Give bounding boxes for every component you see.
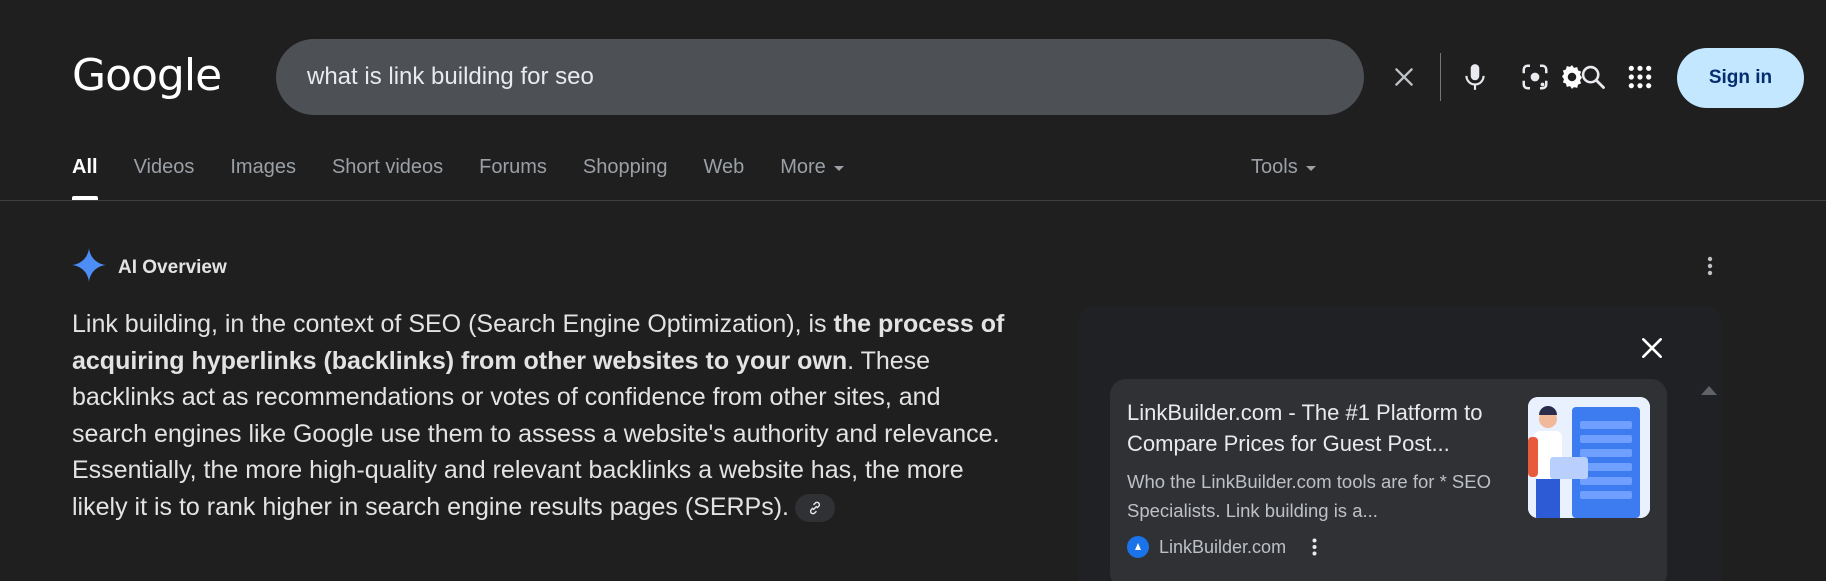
- source-card-description: Who the LinkBuilder.com tools are for * …: [1127, 471, 1492, 521]
- tab-label: More: [780, 156, 826, 178]
- ai-text-intro: Link building, in the context of SEO (Se…: [72, 310, 834, 338]
- more-vert-icon[interactable]: [1304, 535, 1324, 559]
- search-divider: [1440, 53, 1441, 101]
- tools-label: Tools: [1251, 156, 1298, 178]
- tools-button[interactable]: Tools: [1251, 156, 1316, 179]
- scroll-up-icon[interactable]: [1701, 386, 1717, 395]
- tab-label: Shopping: [582, 156, 668, 178]
- source-card-thumbnail[interactable]: [1528, 397, 1650, 518]
- tab-shopping[interactable]: Shopping: [583, 152, 668, 200]
- more-vert-icon[interactable]: [1694, 250, 1726, 282]
- tab-label: Web: [703, 156, 745, 178]
- header-divider: [0, 200, 1826, 201]
- tab-label: All: [72, 156, 98, 178]
- gemini-sparkle-icon: [72, 248, 106, 287]
- link-icon[interactable]: [795, 493, 835, 522]
- caret-down-icon: [833, 166, 844, 171]
- tab-all[interactable]: All: [72, 152, 98, 200]
- tab-videos[interactable]: Videos: [134, 152, 195, 200]
- tab-more[interactable]: More: [780, 152, 844, 200]
- search-tabs: All Videos Images Short videos Forums Sh…: [72, 152, 880, 200]
- ai-overview-text: Link building, in the context of SEO (Se…: [72, 306, 1012, 525]
- source-attribution[interactable]: LinkBuilder.com: [1127, 535, 1324, 559]
- source-card[interactable]: LinkBuilder.com - The #1 Platform to Com…: [1110, 379, 1667, 581]
- search-input[interactable]: what is link building for seo: [307, 63, 594, 91]
- site-favicon-icon: [1127, 536, 1149, 558]
- tab-web[interactable]: Web: [703, 152, 744, 200]
- source-card-title[interactable]: LinkBuilder.com - The #1 Platform to Com…: [1127, 397, 1522, 459]
- tab-label: Images: [230, 156, 296, 178]
- tab-short-videos[interactable]: Short videos: [332, 152, 443, 200]
- tab-label: Forums: [479, 156, 547, 178]
- tab-label: Videos: [133, 156, 195, 178]
- close-icon[interactable]: [1628, 324, 1676, 372]
- source-name[interactable]: LinkBuilder.com: [1159, 537, 1286, 558]
- close-icon[interactable]: [1376, 39, 1432, 115]
- tab-label: Short videos: [331, 156, 444, 178]
- tab-images[interactable]: Images: [230, 152, 296, 200]
- ai-overview-header: AI Overview: [72, 248, 227, 287]
- google-logo[interactable]: Google: [72, 50, 222, 101]
- search-box[interactable]: what is link building for seo: [276, 39, 1605, 115]
- apps-grid-icon[interactable]: [1618, 55, 1662, 99]
- mic-icon[interactable]: [1447, 39, 1503, 115]
- tab-forums[interactable]: Forums: [479, 152, 547, 200]
- sign-in-button[interactable]: Sign in: [1677, 48, 1804, 108]
- ai-overview-title: AI Overview: [118, 256, 227, 278]
- gear-icon[interactable]: [1550, 55, 1594, 99]
- caret-down-icon: [1305, 166, 1316, 171]
